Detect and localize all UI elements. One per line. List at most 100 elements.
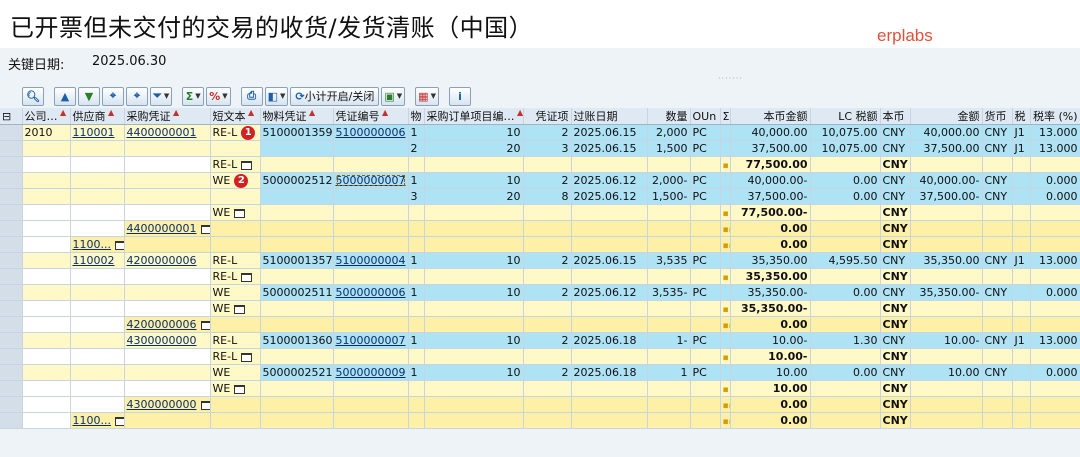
find-next-button[interactable]: ⌖ xyxy=(126,86,148,106)
sort-descending-button[interactable]: ▼ xyxy=(78,86,100,106)
table-row[interactable]: 4300000000 RE-L 5100001360 5100000007 1 10 2 20… xyxy=(0,332,1080,349)
docno-link[interactable]: 5100000007 xyxy=(336,334,406,347)
column-header[interactable]: 数量 xyxy=(647,108,691,125)
table-row[interactable]: WE 2 5000002512 5000000007 1 10 2 2025.06.12 2,0… xyxy=(0,172,1080,189)
row-selector[interactable] xyxy=(0,220,23,237)
subtotal-icon[interactable] xyxy=(200,224,209,234)
column-header[interactable]: 凭证编号 ▲ xyxy=(333,108,409,125)
row-selector[interactable] xyxy=(0,348,23,365)
subtotal-row[interactable]: RE-L ▪ 10.00- CNY xyxy=(0,348,1080,365)
subtotal-row[interactable]: 1100... ▪▪▪ 0.00 CNY xyxy=(0,236,1080,253)
column-header[interactable]: 金额 xyxy=(910,108,983,125)
filter-button[interactable]: ⏷ ▼ xyxy=(150,86,173,106)
subtotal-icon[interactable] xyxy=(234,208,246,218)
splitter-handle[interactable]: ······· xyxy=(718,74,743,83)
cell-docno[interactable]: 5000000006 xyxy=(333,284,409,301)
column-header[interactable]: 税率 (%) xyxy=(1030,108,1080,125)
docno-link[interactable]: 5000000007 xyxy=(336,174,406,187)
subtotal-icon[interactable] xyxy=(241,272,253,282)
cell-po[interactable]: 4300000000 xyxy=(124,396,211,413)
subtotal-toggle-button[interactable]: ⟳ 小计开启/关闭 xyxy=(290,86,380,106)
subtotal-row[interactable]: 4400000001 ▪▪ 0.00 CNY xyxy=(0,220,1080,237)
cell-docno[interactable]: 5000000009 xyxy=(333,364,409,381)
docno-link[interactable]: 5000000009 xyxy=(336,366,406,379)
column-header[interactable]: 采购凭证 ▲ xyxy=(124,108,211,125)
column-header[interactable]: 凭证项 xyxy=(523,108,572,125)
layout-button[interactable]: ▦ ▼ xyxy=(415,86,439,106)
row-selector[interactable] xyxy=(0,380,23,397)
row-selector[interactable] xyxy=(0,188,23,205)
column-header[interactable]: LC 税额 xyxy=(810,108,881,125)
row-selector[interactable] xyxy=(0,236,23,253)
print-button[interactable]: ⎙ xyxy=(240,86,263,106)
column-header[interactable]: 本币金额 xyxy=(730,108,811,125)
row-selector[interactable] xyxy=(0,124,23,141)
column-header[interactable]: 采购订单项目编… ▲ xyxy=(424,108,524,125)
cell-po[interactable]: 4300000000 xyxy=(124,332,211,349)
row-selector[interactable] xyxy=(0,140,23,157)
subtotal-row[interactable]: RE-L ▪ 35,350.00 CNY xyxy=(0,268,1080,285)
table-row[interactable]: 3 20 8 2025.06.12 1,500- PC 37,500.00- 0.00 CNY 3… xyxy=(0,188,1080,205)
vendor-link[interactable]: 110002 xyxy=(73,254,115,267)
cell-vendor[interactable]: 110001 xyxy=(70,124,125,141)
find-button[interactable]: ⌖ xyxy=(102,86,124,106)
docno-link[interactable]: 5100000006 xyxy=(336,126,406,139)
cell-po[interactable]: 4400000001 xyxy=(124,124,211,141)
subtotal-icon[interactable] xyxy=(114,416,123,426)
po-link[interactable]: 4200000006 xyxy=(127,318,197,331)
row-selector[interactable] xyxy=(0,396,23,413)
row-selector[interactable] xyxy=(0,284,23,301)
table-row[interactable]: WE 5000002521 5000000009 1 10 2 2025.06.18 1 PC 1… xyxy=(0,364,1080,381)
vendor-link[interactable]: 110001 xyxy=(73,126,115,139)
cell-vendor[interactable]: 1100... xyxy=(70,236,125,253)
subtotal-icon[interactable] xyxy=(234,304,246,314)
column-header[interactable]: 过账日期 xyxy=(571,108,648,125)
cell-po[interactable]: 4200000006 xyxy=(124,316,211,333)
subtotal-icon[interactable] xyxy=(234,384,246,394)
sum-button[interactable]: Σ ▼ xyxy=(182,86,205,106)
subtotal-button[interactable]: % ▼ xyxy=(206,86,231,106)
row-selector[interactable] xyxy=(0,268,23,285)
subtotal-icon[interactable] xyxy=(200,400,209,410)
details-button[interactable]: 🔍︎ xyxy=(22,86,44,106)
column-header[interactable]: 供应商 ▲ xyxy=(70,108,125,125)
row-selector[interactable] xyxy=(0,332,23,349)
row-selector[interactable] xyxy=(0,300,23,317)
cell-docno[interactable]: 5000000007 xyxy=(333,172,409,189)
table-row[interactable]: 2 20 3 2025.06.15 1,500 PC 37,500.00 10,075.00 C… xyxy=(0,140,1080,157)
row-selector[interactable] xyxy=(0,204,23,221)
table-row[interactable]: 2010 110001 4400000001 RE-L 1 5100001359 51000… xyxy=(0,124,1080,141)
row-selector[interactable] xyxy=(0,364,23,381)
cell-po[interactable]: 4200000006 xyxy=(124,252,211,269)
subtotal-row[interactable]: 4200000006 ▪▪ 0.00 CNY xyxy=(0,316,1080,333)
column-header[interactable]: 物料凭证 ▲ xyxy=(260,108,334,125)
subtotal-row[interactable]: WE ▪ 77,500.00- CNY xyxy=(0,204,1080,221)
column-header[interactable]: 货币 xyxy=(982,108,1013,125)
column-header[interactable]: 物 xyxy=(408,108,425,125)
subtotal-row[interactable]: RE-L ▪ 77,500.00 CNY xyxy=(0,156,1080,173)
sort-ascending-button[interactable]: ▲ xyxy=(54,86,76,106)
po-link[interactable]: 4400000001 xyxy=(127,126,197,139)
subtotal-row[interactable]: 1100... ▪▪▪ 0.00 CNY xyxy=(0,412,1080,429)
cell-docno[interactable]: 5100000007 xyxy=(333,332,409,349)
cell-po[interactable]: 4400000001 xyxy=(124,220,211,237)
vendor-link[interactable]: 1100... xyxy=(73,238,111,251)
po-link[interactable]: 4400000001 xyxy=(127,222,197,235)
row-selector[interactable] xyxy=(0,252,23,269)
cell-vendor[interactable]: 110002 xyxy=(70,252,125,269)
column-header[interactable]: 短文本 ▲ xyxy=(210,108,261,125)
subtotal-row[interactable]: WE ▪ 10.00 CNY xyxy=(0,380,1080,397)
row-selector[interactable] xyxy=(0,156,23,173)
column-header[interactable]: Σ xyxy=(720,108,731,125)
subtotal-icon[interactable] xyxy=(114,240,123,250)
row-selector[interactable] xyxy=(0,172,23,189)
table-row[interactable]: WE 5000002511 5000000006 1 10 2 2025.06.12 3,53… xyxy=(0,284,1080,301)
po-link[interactable]: 4300000000 xyxy=(127,334,197,347)
po-link[interactable]: 4300000000 xyxy=(127,398,197,411)
vendor-link[interactable]: 1100... xyxy=(73,414,111,427)
docno-link[interactable]: 5000000006 xyxy=(336,286,406,299)
subtotal-icon[interactable] xyxy=(241,160,253,170)
po-link[interactable]: 4200000006 xyxy=(127,254,197,267)
info-button[interactable]: i xyxy=(448,86,471,106)
subtotal-row[interactable]: 4300000000 ▪▪ 0.00 CNY xyxy=(0,396,1080,413)
